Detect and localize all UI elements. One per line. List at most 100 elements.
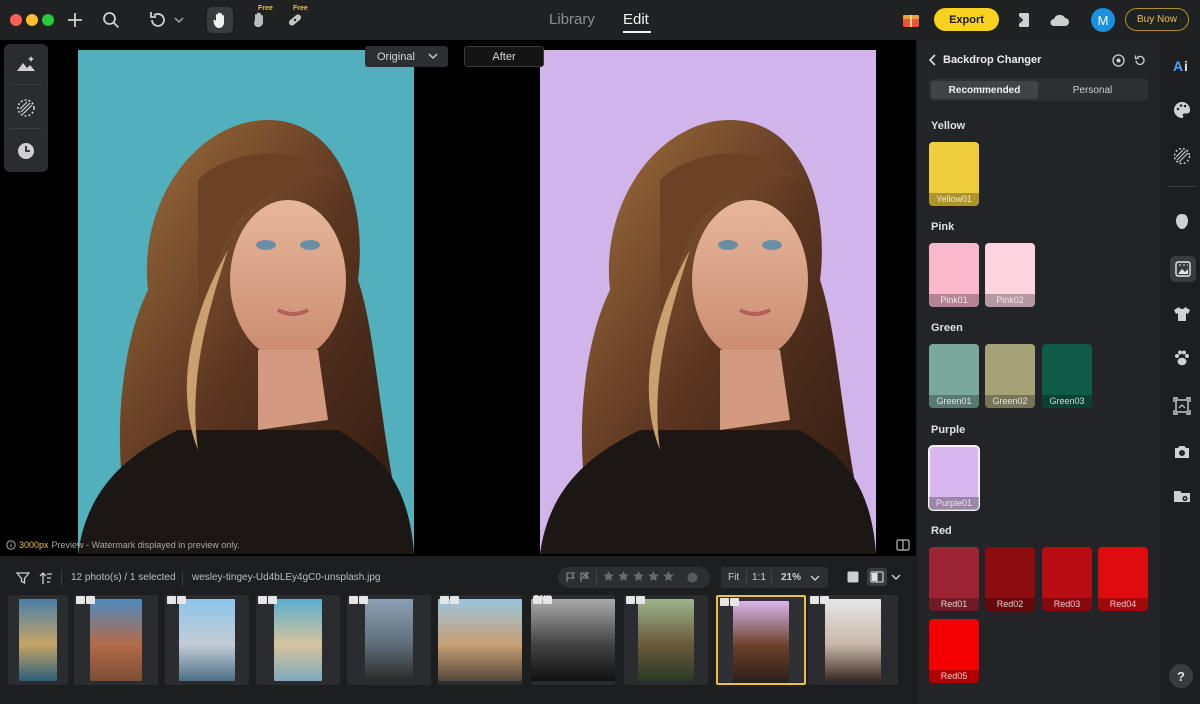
maximize-window-button[interactable] bbox=[42, 14, 54, 26]
clothing-icon[interactable] bbox=[1170, 302, 1194, 326]
texture-icon[interactable] bbox=[1170, 144, 1194, 168]
palette-icon[interactable] bbox=[1170, 98, 1194, 122]
backdrop-swatch[interactable]: Purple01 bbox=[928, 445, 980, 511]
thumbnail-image bbox=[733, 601, 789, 683]
backdrop-swatch[interactable]: Red02 bbox=[985, 547, 1035, 611]
after-image bbox=[540, 50, 876, 554]
avatar[interactable]: M bbox=[1091, 8, 1115, 32]
thumbnail-image bbox=[90, 599, 142, 681]
thumbnail-image bbox=[274, 599, 322, 681]
backdrop-swatch[interactable]: Pink02 bbox=[985, 243, 1035, 307]
chevron-down-icon[interactable] bbox=[891, 574, 901, 580]
filmstrip-thumbnail[interactable] bbox=[716, 595, 806, 685]
group-heading: Green bbox=[931, 322, 963, 334]
single-view-icon[interactable] bbox=[846, 570, 860, 584]
app-window: Free Free Library Edit Export M Buy Now bbox=[0, 0, 1200, 704]
filmstrip-thumbnail[interactable]: RAW bbox=[531, 595, 615, 685]
undo-icon[interactable] bbox=[146, 8, 170, 32]
star-icon[interactable] bbox=[602, 570, 615, 583]
star-icon[interactable] bbox=[617, 570, 630, 583]
split-view-icon[interactable] bbox=[896, 538, 910, 551]
hand-tool-icon[interactable] bbox=[207, 7, 233, 33]
chevron-down-icon[interactable] bbox=[810, 575, 820, 581]
filmstrip-thumbnail[interactable] bbox=[256, 595, 340, 685]
filter-icon[interactable] bbox=[15, 571, 31, 585]
backdrop-swatch[interactable]: Red04 bbox=[1098, 547, 1148, 611]
import-icon[interactable] bbox=[1010, 8, 1034, 32]
swatch-label: Red01 bbox=[929, 598, 979, 611]
history-icon[interactable] bbox=[14, 139, 38, 163]
buy-now-button[interactable]: Buy Now bbox=[1125, 8, 1189, 31]
backdrop-swatch[interactable]: Red05 bbox=[929, 619, 979, 683]
backdrop-swatch[interactable]: Red03 bbox=[1042, 547, 1092, 611]
reset-icon[interactable] bbox=[1133, 54, 1146, 67]
swatch-label: Red04 bbox=[1098, 598, 1148, 611]
search-icon[interactable] bbox=[99, 8, 123, 32]
gift-icon[interactable] bbox=[899, 8, 923, 32]
cloud-icon[interactable] bbox=[1046, 8, 1072, 32]
fit-button[interactable]: Fit bbox=[728, 572, 739, 583]
minimize-window-button[interactable] bbox=[26, 14, 38, 26]
close-window-button[interactable] bbox=[10, 14, 22, 26]
add-icon[interactable] bbox=[64, 8, 86, 32]
ai-icon[interactable]: Ai bbox=[1170, 54, 1194, 78]
export-badge-icon bbox=[86, 596, 95, 604]
before-after-icon bbox=[870, 571, 884, 583]
backdrop-swatch[interactable]: Yellow01 bbox=[929, 142, 979, 206]
backdrop-swatch[interactable]: Green01 bbox=[929, 344, 979, 408]
flag-icon[interactable] bbox=[566, 572, 576, 583]
smudge-tool-icon[interactable]: Free bbox=[248, 5, 273, 32]
tab-edit[interactable]: Edit bbox=[623, 11, 649, 28]
one-to-one-button[interactable]: 1:1 bbox=[752, 572, 766, 583]
backdrop-swatch[interactable]: Pink01 bbox=[929, 243, 979, 307]
folder-view-icon[interactable] bbox=[1170, 484, 1194, 508]
backdrop-swatch[interactable]: Red01 bbox=[929, 547, 979, 611]
backdrop-swatch[interactable]: Green03 bbox=[1042, 344, 1092, 408]
preview-toggle-icon[interactable] bbox=[1112, 54, 1125, 67]
backdrop-changer-icon[interactable] bbox=[1170, 256, 1196, 282]
export-badge-icon bbox=[177, 596, 186, 604]
group-heading: Red bbox=[931, 525, 952, 537]
bandage-tool-icon[interactable]: Free bbox=[283, 5, 308, 32]
active-tab-indicator bbox=[623, 31, 651, 33]
divider bbox=[61, 570, 62, 586]
color-label-icon[interactable] bbox=[687, 572, 698, 583]
svg-text:i: i bbox=[1184, 58, 1188, 74]
filmstrip-thumbnail[interactable] bbox=[347, 595, 431, 685]
star-icon[interactable] bbox=[647, 570, 660, 583]
tab-library[interactable]: Library bbox=[549, 11, 595, 28]
star-rating[interactable] bbox=[602, 570, 675, 583]
before-after-view-button[interactable] bbox=[867, 568, 887, 586]
texture-icon[interactable] bbox=[14, 96, 38, 120]
camera-icon[interactable] bbox=[1170, 440, 1194, 464]
filmstrip-thumbnail[interactable] bbox=[165, 595, 249, 685]
star-icon[interactable] bbox=[632, 570, 645, 583]
tab-recommended[interactable]: Recommended bbox=[931, 81, 1038, 99]
star-icon[interactable] bbox=[662, 570, 675, 583]
sort-icon[interactable] bbox=[39, 571, 53, 585]
filmstrip-thumbnail[interactable] bbox=[8, 595, 68, 685]
preview-px-value: 3000px bbox=[19, 540, 49, 550]
pet-icon[interactable] bbox=[1170, 346, 1194, 370]
divider bbox=[1168, 186, 1196, 187]
thumbnail-image bbox=[825, 599, 881, 681]
preview-note: 3000px Preview - Watermark displayed in … bbox=[6, 540, 240, 550]
filmstrip-thumbnail[interactable] bbox=[624, 595, 708, 685]
chevron-down-icon[interactable] bbox=[172, 8, 186, 32]
reject-flag-icon[interactable] bbox=[580, 572, 590, 583]
crop-expand-icon[interactable] bbox=[1170, 394, 1194, 418]
adjust-icon[interactable] bbox=[14, 52, 38, 76]
backdrop-swatch[interactable]: Green02 bbox=[985, 344, 1035, 408]
face-icon[interactable] bbox=[1170, 210, 1194, 234]
export-button[interactable]: Export bbox=[934, 8, 999, 31]
filmstrip-thumbnail[interactable] bbox=[438, 595, 522, 685]
back-chevron-icon[interactable] bbox=[929, 54, 937, 66]
filmstrip-thumbnail[interactable] bbox=[74, 595, 158, 685]
zoom-value-select[interactable]: 21% bbox=[781, 572, 801, 583]
help-button[interactable]: ? bbox=[1169, 664, 1193, 688]
filmstrip-thumbnail[interactable] bbox=[808, 595, 898, 685]
original-compare-select[interactable]: Original bbox=[365, 46, 448, 67]
tab-personal[interactable]: Personal bbox=[1039, 81, 1146, 99]
filename-text: wesley-tingey-Ud4bLEy4gC0-unsplash.jpg bbox=[192, 572, 381, 583]
divider bbox=[771, 570, 772, 585]
